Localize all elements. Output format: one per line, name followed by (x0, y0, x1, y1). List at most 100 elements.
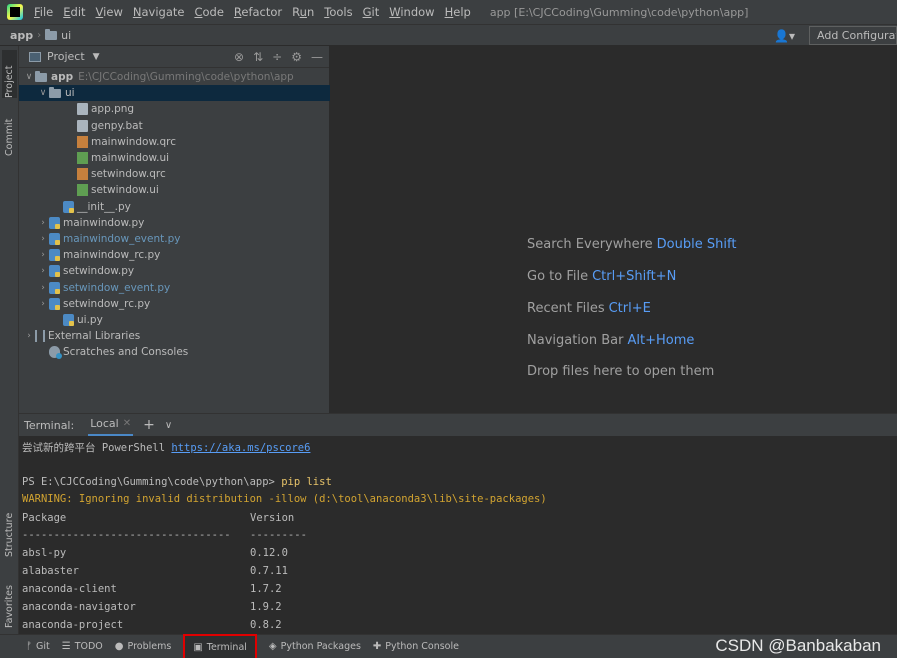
packages-icon: ◈ (268, 641, 277, 652)
collapse-all-icon[interactable]: ÷ (272, 50, 282, 64)
chevron-right-icon[interactable]: › (37, 218, 49, 228)
package-name: anaconda-project (22, 619, 124, 631)
menu-item-suffix: it (371, 5, 380, 19)
chevron-down-icon[interactable]: ∨ (37, 88, 49, 98)
gear-icon[interactable]: ⚙ (291, 50, 302, 64)
menu-item[interactable]: File (29, 5, 58, 19)
tree-item[interactable]: › mainwindow.py (19, 215, 330, 231)
tool-window-terminal[interactable]: ▣ Terminal (183, 633, 257, 658)
tool-window-git[interactable]: ᚠ Git (26, 641, 50, 652)
tree-item[interactable]: › External Libraries (19, 328, 330, 344)
breadcrumb-app[interactable]: app (0, 29, 33, 42)
menu-item-suffix: avigate (141, 5, 185, 19)
menu-item[interactable]: Tools (319, 5, 357, 19)
file-file-icon (77, 119, 88, 132)
editor-hint: Go to File Ctrl+Shift+N (527, 269, 676, 284)
pycharm-logo-icon[interactable] (7, 4, 23, 20)
tree-item-label: mainwindow_event.py (63, 232, 181, 245)
chevron-right-icon[interactable]: › (37, 283, 49, 293)
package-version: 0.12.0 (250, 547, 288, 559)
terminal-tab-local[interactable]: Local ✕ (88, 414, 134, 437)
editor-hint-shortcut: Ctrl+Shift+N (592, 269, 677, 284)
tree-item[interactable]: app.png (19, 101, 330, 117)
tree-item[interactable]: › setwindow_rc.py (19, 296, 330, 312)
menu-item[interactable]: Edit (58, 5, 90, 19)
terminal-command: pip list (281, 476, 332, 488)
chevron-down-icon[interactable]: ∨ (23, 72, 35, 82)
menu-item[interactable]: Run (287, 5, 319, 19)
tool-tab-favorites-label: Favorites (4, 585, 15, 628)
menu-item-suffix: iew (103, 5, 123, 19)
breadcrumb-ui[interactable]: ui (45, 28, 71, 42)
tree-item[interactable]: __init__.py (19, 199, 330, 215)
tool-window-python-packages[interactable]: ◈ Python Packages (269, 641, 361, 652)
tree-item-label: External Libraries (48, 330, 141, 343)
tool-tab-project-label: Project (4, 65, 15, 98)
tool-window-problems[interactable]: ● Problems (115, 641, 172, 652)
chevron-right-icon[interactable]: › (37, 250, 49, 260)
chevron-down-icon[interactable]: ▼ (93, 52, 100, 62)
tree-item[interactable]: › setwindow_event.py (19, 279, 330, 295)
tree-item[interactable]: ∨ ui (19, 85, 330, 102)
project-panel: Project ▼ ⊗ ⇅ ÷ ⚙ — ∨ app E:\CJCCoding\Gum… (19, 46, 330, 413)
menu-item-suffix: indow (400, 5, 435, 19)
chevron-right-icon[interactable]: › (23, 331, 35, 341)
tree-item[interactable]: mainwindow.ui (19, 150, 330, 166)
menu-item[interactable]: Refactor (229, 5, 287, 19)
tree-item[interactable]: ui.py (19, 312, 330, 328)
tool-tab-project[interactable]: Project (2, 50, 17, 98)
py-file-icon (49, 216, 60, 229)
watermark: CSDN @Banbakaban (715, 636, 881, 655)
user-account-icon[interactable]: 👤▾ (774, 29, 795, 43)
menu-item[interactable]: Window (384, 5, 439, 19)
menu-item[interactable]: Git (358, 5, 385, 19)
tool-window-python-console[interactable]: ✚ Python Console (373, 641, 459, 652)
git-icon: ᚠ (26, 641, 32, 652)
menu-item-suffix: dit (70, 5, 86, 19)
hide-icon[interactable]: — (311, 50, 323, 64)
tree-item[interactable]: › mainwindow_event.py (19, 231, 330, 247)
chevron-down-icon[interactable]: ∨ (165, 420, 172, 431)
menu-item[interactable]: Help (440, 5, 476, 19)
editor-hint-text: Go to File (527, 269, 589, 284)
terminal-output[interactable]: 尝试新的跨平台 PowerShell https://aka.ms/pscore… (19, 436, 897, 634)
package-row: anaconda-navigator 1.9.2 (22, 601, 282, 613)
qrc-file-icon (77, 135, 88, 148)
expand-all-icon[interactable]: ⇅ (253, 50, 263, 64)
python-console-icon: ✚ (372, 641, 382, 652)
tree-item[interactable]: genpy.bat (19, 118, 330, 134)
tree-item[interactable]: mainwindow.qrc (19, 134, 330, 150)
menu-item[interactable]: Navigate (128, 5, 190, 19)
editor-hint-text: Search Everywhere (527, 237, 653, 252)
menu-item-mnemonic: u (299, 5, 307, 19)
menu-item-suffix: efactor (241, 5, 283, 19)
editor-hint: Search Everywhere Double Shift (527, 237, 736, 252)
chevron-right-icon[interactable]: › (37, 299, 49, 309)
new-terminal-icon[interactable]: + (143, 417, 155, 433)
tool-tab-commit[interactable]: Commit (2, 108, 17, 156)
tree-item-label: setwindow.ui (91, 184, 159, 197)
chevron-right-icon[interactable]: › (37, 266, 49, 276)
tree-item[interactable]: Scratches and Consoles (19, 344, 330, 360)
tree-item-label: setwindow.py (63, 265, 135, 278)
tool-window-todo[interactable]: ☰ TODO (62, 641, 103, 652)
tree-item[interactable]: › mainwindow_rc.py (19, 247, 330, 263)
tree-item[interactable]: › setwindow.py (19, 263, 330, 279)
chevron-right-icon[interactable]: › (37, 234, 49, 244)
add-configuration-button[interactable]: Add Configuration... (809, 26, 897, 45)
powershell-link[interactable]: https://aka.ms/pscore6 (171, 442, 310, 454)
tree-item-label: Scratches and Consoles (63, 346, 189, 359)
tree-item[interactable]: setwindow.qrc (19, 166, 330, 182)
py-file-icon (49, 232, 60, 245)
scratch-file-icon (49, 346, 62, 360)
menu-item[interactable]: View (91, 5, 128, 19)
tree-item-label: ui.py (77, 313, 103, 326)
tool-tab-favorites[interactable]: Favorites (2, 568, 17, 628)
tree-item[interactable]: setwindow.ui (19, 182, 330, 198)
tree-item[interactable]: ∨ app E:\CJCCoding\Gumming\code\python\app (19, 69, 330, 85)
close-icon[interactable]: ✕ (123, 418, 131, 429)
tool-tab-structure[interactable]: Structure (2, 501, 17, 557)
menu-item[interactable]: Code (189, 5, 228, 19)
locate-icon[interactable]: ⊗ (234, 50, 244, 64)
project-panel-title[interactable]: Project (47, 50, 85, 63)
